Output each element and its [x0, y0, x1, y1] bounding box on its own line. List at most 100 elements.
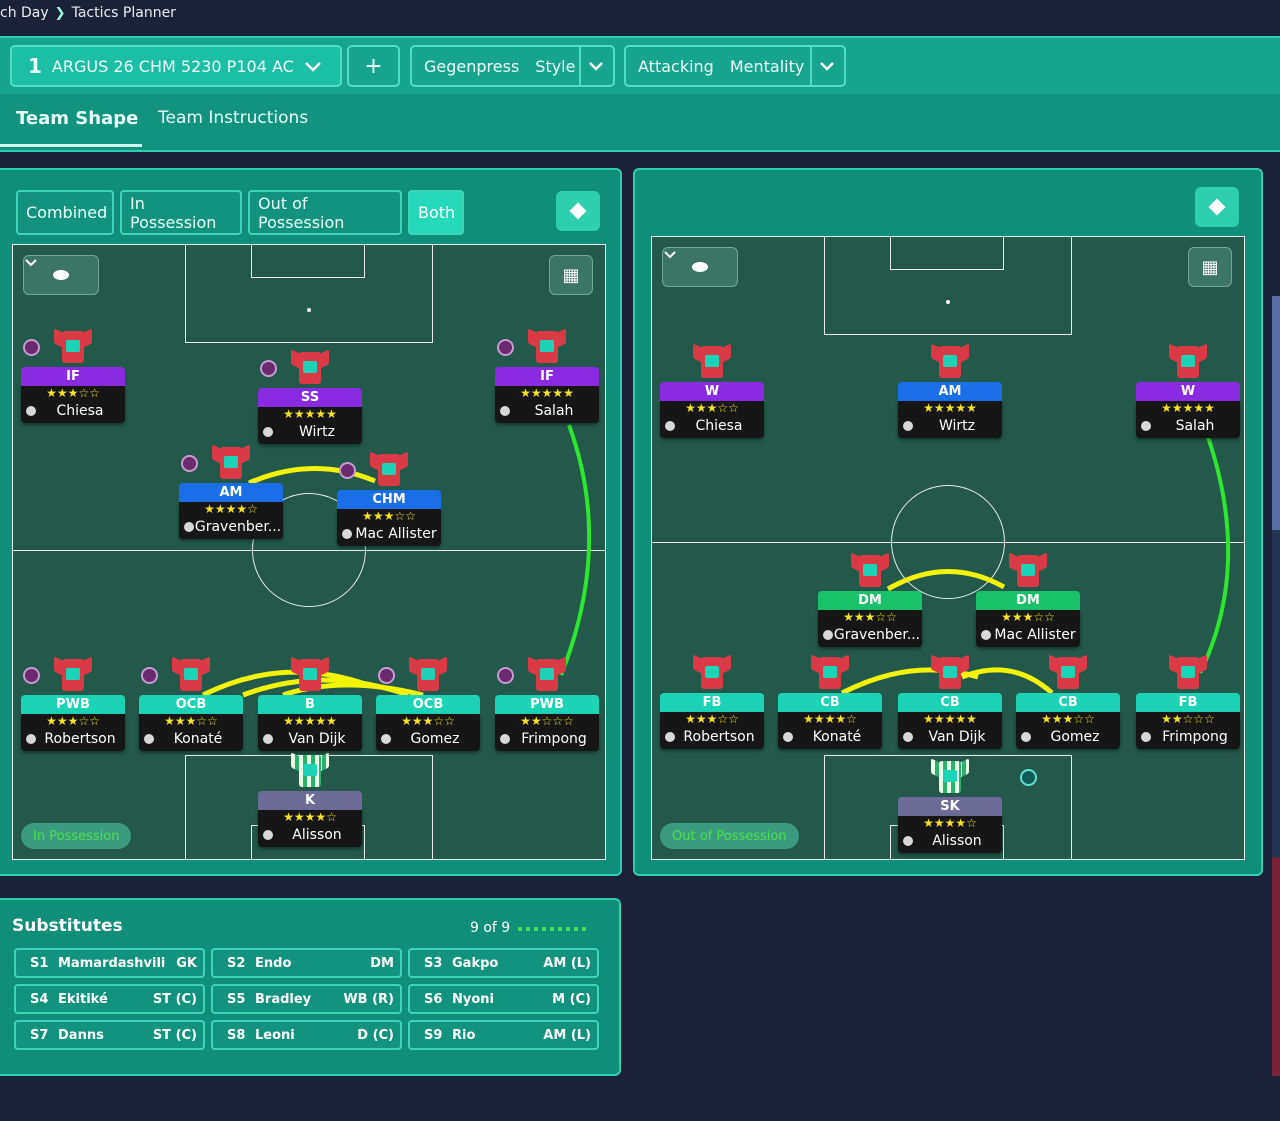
player-role: AM [898, 382, 1002, 401]
substitute-item[interactable]: S1 Mamardashvili GK [14, 948, 205, 978]
player-shirt-icon [528, 656, 566, 693]
player-shirt-icon [291, 752, 329, 789]
view-out-of-possession-button[interactable]: Out of Possession [248, 190, 402, 235]
substitute-item[interactable]: S2 Endo DM [211, 948, 402, 978]
diamond-button[interactable] [556, 191, 600, 231]
player-card[interactable]: CB ★★★★★ Van Dijk [898, 693, 1002, 749]
player-rating: ★★★★★ [283, 714, 337, 728]
player-card[interactable]: OCB ★★★☆☆ Gomez [376, 695, 480, 751]
substitute-slot: S9 [424, 1027, 443, 1043]
visibility-toggle[interactable] [23, 255, 99, 295]
substitute-slot: S2 [227, 955, 246, 971]
player-card[interactable]: W ★★★★★ Salah [1136, 382, 1240, 438]
player-card[interactable]: K ★★★★☆ Alisson [258, 791, 362, 847]
player-trait-icon [497, 339, 514, 356]
player-role: PWB [495, 695, 599, 714]
player-card[interactable]: OCB ★★★☆☆ Konaté [139, 695, 243, 751]
player-card[interactable]: PWB ★★★☆☆ Robertson [21, 695, 125, 751]
tactic-selector[interactable]: 1 ARGUS 26 CHM 5230 P104 AC [10, 45, 342, 87]
player-card[interactable]: AM ★★★★☆ Gravenber... [179, 483, 283, 539]
player-name: Konaté [139, 729, 243, 751]
breadcrumb-current: Tactics Planner [71, 5, 176, 21]
player-card[interactable]: PWB ★★☆☆☆ Frimpong [495, 695, 599, 751]
add-tactic-button[interactable]: + [347, 45, 400, 87]
substitute-position: ST (C) [152, 1027, 197, 1043]
breadcrumb: ch Day ❯ Tactics Planner [0, 0, 176, 26]
mentality-label: Mentality [729, 56, 805, 76]
player-trait-icon [23, 667, 40, 684]
player-role: IF [21, 367, 125, 386]
substitutes-title: Substitutes [12, 916, 123, 936]
substitute-position: M (C) [552, 991, 591, 1007]
substitute-name: Leoni [255, 1027, 295, 1043]
style-dropdown[interactable]: Gegenpress Style [410, 45, 615, 87]
out-of-possession-panel: ▦ Out of Possession W ★★★☆☆ Chiesa AM ★★★★★ Wir… [633, 168, 1263, 876]
substitutes-progress [518, 927, 586, 931]
grid-view-button[interactable]: ▦ [549, 255, 593, 295]
player-rating: ★★☆☆☆ [520, 714, 574, 728]
player-card[interactable]: AM ★★★★★ Wirtz [898, 382, 1002, 438]
player-rating: ★★★☆☆ [1041, 712, 1095, 726]
player-card[interactable]: CHM ★★★☆☆ Mac Allister [337, 490, 441, 546]
visibility-toggle[interactable] [662, 247, 738, 287]
link-line [961, 667, 1054, 695]
player-trait-icon [378, 667, 395, 684]
player-rating: ★★★★☆ [204, 502, 258, 516]
player-shirt-icon [1049, 654, 1087, 691]
substitute-position: GK [176, 955, 197, 971]
substitute-slot: S7 [30, 1027, 49, 1043]
player-card[interactable]: FB ★★☆☆☆ Frimpong [1136, 693, 1240, 749]
player-trait-icon [260, 360, 277, 377]
tab-team-shape[interactable]: Team Shape [16, 108, 138, 129]
player-card[interactable]: IF ★★★★★ Salah [495, 367, 599, 423]
mentality-dropdown[interactable]: Attacking Mentality [624, 45, 846, 87]
breadcrumb-parent[interactable]: ch Day [0, 5, 49, 21]
phase-label: Out of Possession [660, 823, 799, 849]
player-card[interactable]: CB ★★★★☆ Konaté [778, 693, 882, 749]
player-rating: ★★★★★ [1161, 401, 1215, 415]
player-card[interactable]: W ★★★☆☆ Chiesa [660, 382, 764, 438]
player-card[interactable]: SK ★★★★☆ Alisson [898, 797, 1002, 853]
player-card[interactable]: IF ★★★☆☆ Chiesa [21, 367, 125, 423]
substitute-item[interactable]: S5 Bradley WB (R) [211, 984, 402, 1014]
substitute-slot: S5 [227, 991, 246, 1007]
substitute-item[interactable]: S9 Rio AM (L) [408, 1020, 599, 1050]
player-trait-icon [497, 667, 514, 684]
player-name: Robertson [21, 729, 125, 751]
player-role: OCB [376, 695, 480, 714]
view-in-possession-button[interactable]: In Possession [120, 190, 242, 235]
view-both-button[interactable]: Both [408, 190, 464, 235]
player-card[interactable]: B ★★★★★ Van Dijk [258, 695, 362, 751]
player-name: Alisson [258, 825, 362, 847]
player-rating: ★★★★★ [520, 386, 574, 400]
player-role: SK [898, 797, 1002, 816]
substitute-item[interactable]: S3 Gakpo AM (L) [408, 948, 599, 978]
player-shirt-icon [54, 656, 92, 693]
player-shirt-icon [409, 656, 447, 693]
player-card[interactable]: FB ★★★☆☆ Robertson [660, 693, 764, 749]
player-card[interactable]: SS ★★★★★ Wirtz [258, 388, 362, 444]
player-rating: ★★★☆☆ [46, 386, 100, 400]
tactic-number: 1 [28, 54, 42, 78]
player-role: PWB [21, 695, 125, 714]
substitute-item[interactable]: S7 Danns ST (C) [14, 1020, 205, 1050]
tactic-toolbar: 1 ARGUS 26 CHM 5230 P104 AC + Gegenpress… [0, 36, 1280, 94]
substitute-slot: S4 [30, 991, 49, 1007]
diamond-icon [569, 202, 587, 220]
substitute-item[interactable]: S8 Leoni D (C) [211, 1020, 402, 1050]
substitute-item[interactable]: S4 Ekitiké ST (C) [14, 984, 205, 1014]
player-name: Gravenber... [818, 625, 922, 647]
player-card[interactable]: DM ★★★☆☆ Gravenber... [818, 591, 922, 647]
player-card[interactable]: CB ★★★☆☆ Gomez [1016, 693, 1120, 749]
substitute-item[interactable]: S6 Nyoni M (C) [408, 984, 599, 1014]
player-card[interactable]: DM ★★★☆☆ Mac Allister [976, 591, 1080, 647]
player-trait-icon [23, 339, 40, 356]
player-rating: ★★★★★ [923, 401, 977, 415]
active-tab-indicator [0, 144, 142, 147]
grid-view-button[interactable]: ▦ [1188, 247, 1232, 287]
diamond-button[interactable] [1195, 187, 1239, 227]
side-strip [1272, 296, 1280, 1076]
player-shirt-icon [291, 656, 329, 693]
tab-team-instructions[interactable]: Team Instructions [158, 108, 308, 128]
view-combined-button[interactable]: Combined [16, 190, 114, 235]
